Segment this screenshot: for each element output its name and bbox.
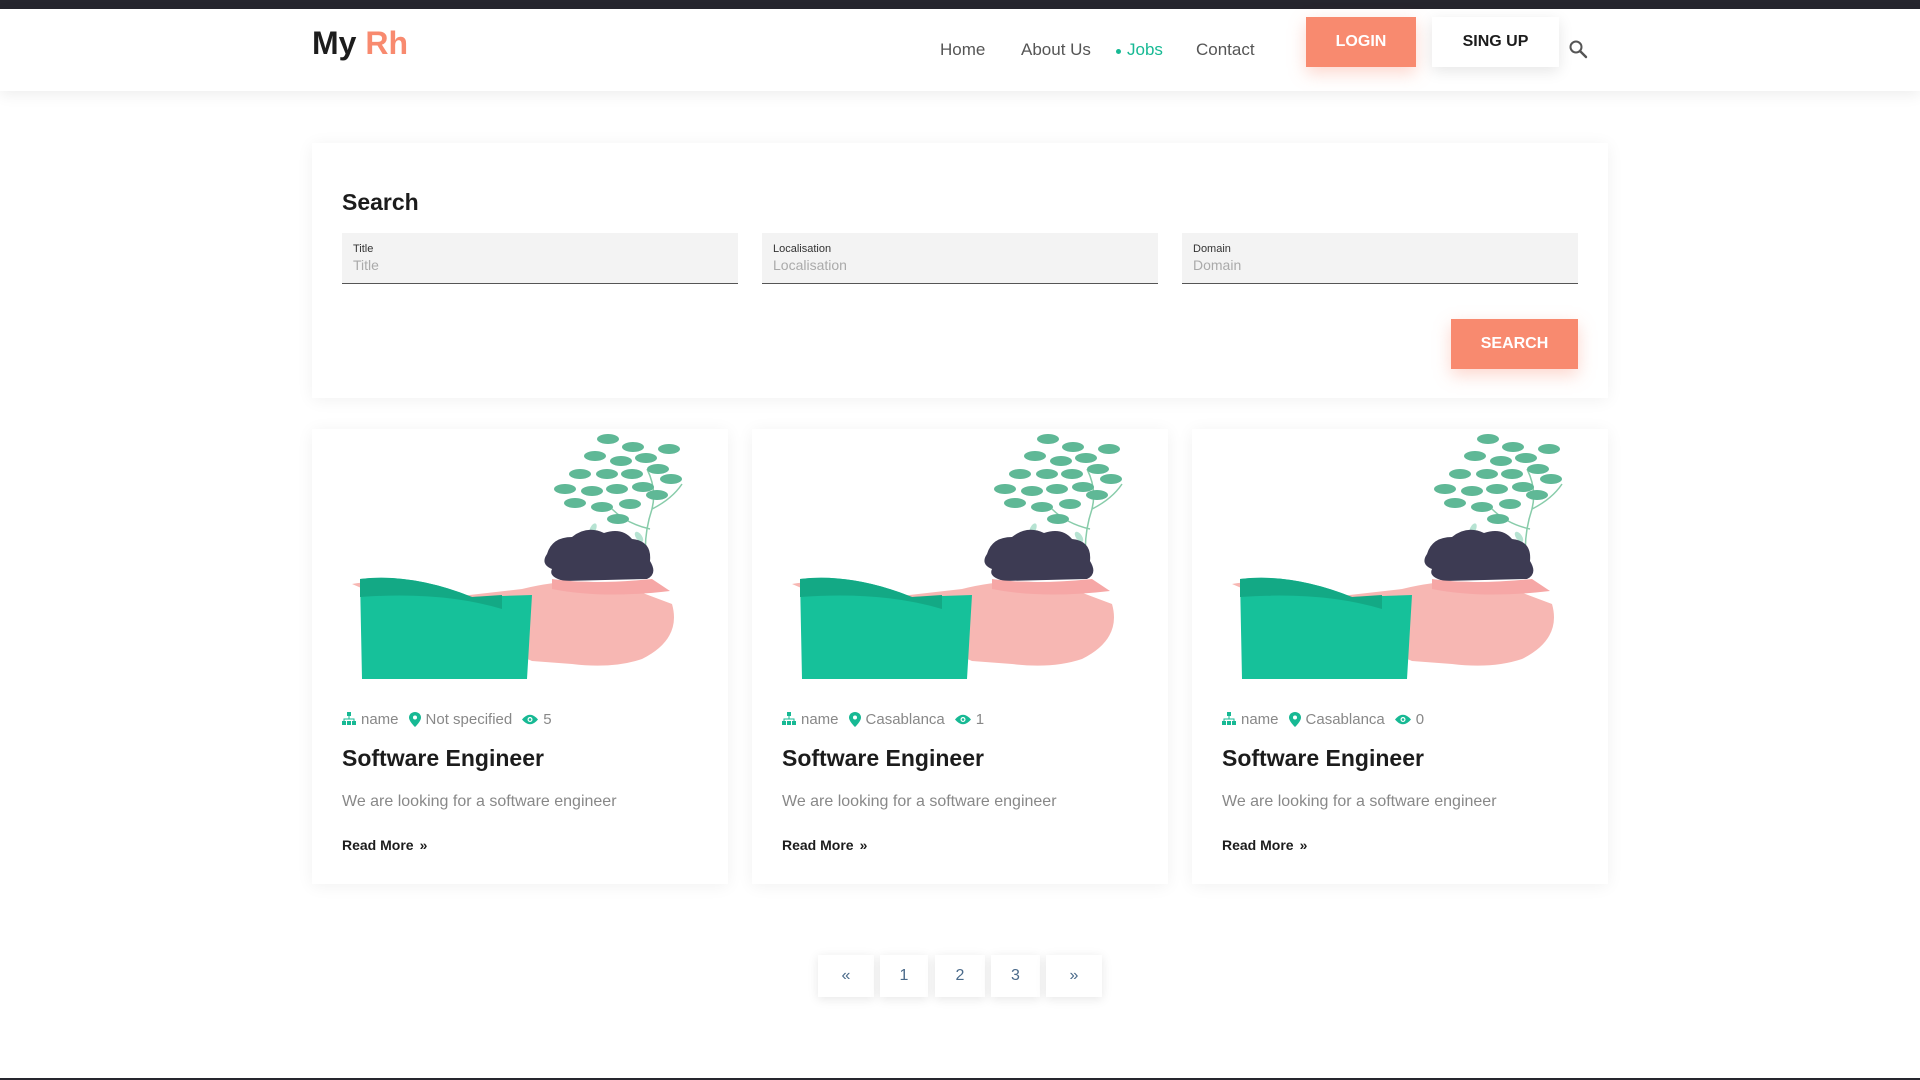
- job-meta: name Not specified 5: [342, 709, 562, 729]
- plant-illustration: [792, 429, 1132, 679]
- view-count: 5: [543, 710, 552, 728]
- title-field-label: Title: [353, 243, 374, 255]
- company-name: name: [801, 710, 839, 728]
- read-more-label: Read More: [782, 837, 854, 853]
- job-card[interactable]: name Not specified 5 Software Engineer W…: [312, 429, 728, 884]
- nav-contact[interactable]: Contact: [1196, 40, 1255, 60]
- company-meta: name: [1222, 711, 1279, 728]
- read-more-link[interactable]: Read More »: [1222, 837, 1307, 853]
- pagination-page-2[interactable]: 2: [935, 955, 985, 997]
- pagination-next-button[interactable]: »: [1046, 955, 1102, 997]
- job-location: Not specified: [425, 710, 513, 728]
- map-pin-icon: [848, 711, 861, 727]
- eye-icon: [954, 714, 971, 724]
- views-meta: 1: [954, 710, 985, 728]
- job-description: We are looking for a software engineer: [782, 793, 1057, 810]
- double-chevron-right-icon: »: [1299, 837, 1308, 853]
- brand-prefix: My: [312, 25, 357, 61]
- company-meta: name: [782, 711, 839, 728]
- job-meta: name Casablanca 1: [782, 709, 994, 729]
- double-chevron-right-icon: »: [859, 837, 868, 853]
- nav-about-us[interactable]: About Us: [1021, 40, 1091, 60]
- localisation-input[interactable]: [773, 257, 1143, 273]
- nav-jobs[interactable]: Jobs: [1127, 40, 1163, 60]
- views-meta: 5: [522, 710, 552, 728]
- read-more-link[interactable]: Read More »: [782, 837, 867, 853]
- read-more-label: Read More: [342, 837, 414, 853]
- eye-icon: [1394, 714, 1411, 724]
- job-location: Casablanca: [1305, 710, 1385, 728]
- login-button[interactable]: LOGIN: [1306, 17, 1416, 67]
- map-pin-icon: [1288, 711, 1301, 727]
- company-name: name: [361, 710, 399, 728]
- site-header: My Rh Home About Us Jobs Contact LOGIN S…: [0, 9, 1920, 91]
- localisation-field[interactable]: Localisation: [762, 233, 1158, 284]
- location-meta: Not specified: [408, 710, 513, 728]
- search-panel: Search Title Localisation Domain SEARCH: [312, 143, 1608, 398]
- eye-icon: [522, 714, 539, 724]
- search-button[interactable]: SEARCH: [1451, 319, 1578, 369]
- pagination-page-3[interactable]: 3: [991, 955, 1040, 997]
- map-pin-icon: [408, 711, 421, 727]
- domain-field-label: Domain: [1193, 243, 1231, 255]
- pagination: « 1 2 3 »: [0, 955, 1920, 997]
- job-meta: name Casablanca 0: [1222, 709, 1434, 729]
- location-meta: Casablanca: [848, 710, 945, 728]
- nav-home[interactable]: Home: [940, 40, 985, 60]
- localisation-field-label: Localisation: [773, 243, 832, 255]
- title-input[interactable]: [353, 257, 723, 273]
- sitemap-icon: [782, 712, 796, 725]
- signup-button[interactable]: SING UP: [1432, 17, 1559, 67]
- view-count: 1: [975, 710, 985, 728]
- job-title[interactable]: Software Engineer: [1222, 745, 1424, 772]
- read-more-link[interactable]: Read More »: [342, 837, 427, 853]
- job-description: We are looking for a software engineer: [342, 793, 617, 810]
- top-border: [0, 0, 1920, 9]
- views-meta: 0: [1394, 710, 1425, 728]
- pagination-prev-button[interactable]: «: [818, 955, 874, 997]
- plant-illustration: [1232, 429, 1572, 679]
- title-field[interactable]: Title: [342, 233, 738, 284]
- domain-field[interactable]: Domain: [1182, 233, 1578, 284]
- sitemap-icon: [1222, 712, 1236, 725]
- job-title[interactable]: Software Engineer: [342, 745, 544, 772]
- pagination-page-1[interactable]: 1: [880, 955, 928, 997]
- domain-input[interactable]: [1193, 257, 1563, 273]
- search-icon[interactable]: [1568, 39, 1588, 59]
- active-nav-indicator: [1116, 49, 1121, 54]
- view-count: 0: [1415, 710, 1425, 728]
- job-title[interactable]: Software Engineer: [782, 745, 984, 772]
- location-meta: Casablanca: [1288, 710, 1385, 728]
- company-name: name: [1241, 710, 1279, 728]
- brand-logo[interactable]: My Rh: [312, 25, 408, 62]
- brand-accent: Rh: [365, 25, 408, 61]
- read-more-label: Read More: [1222, 837, 1294, 853]
- job-card[interactable]: name Casablanca 0 Software Engineer We a…: [1192, 429, 1608, 884]
- job-card[interactable]: name Casablanca 1 Software Engineer We a…: [752, 429, 1168, 884]
- company-meta: name: [342, 711, 399, 728]
- search-title: Search: [342, 189, 419, 215]
- plant-illustration: [352, 429, 692, 679]
- double-chevron-right-icon: »: [419, 837, 428, 853]
- sitemap-icon: [342, 712, 356, 725]
- job-location: Casablanca: [865, 710, 945, 728]
- job-description: We are looking for a software engineer: [1222, 793, 1497, 810]
